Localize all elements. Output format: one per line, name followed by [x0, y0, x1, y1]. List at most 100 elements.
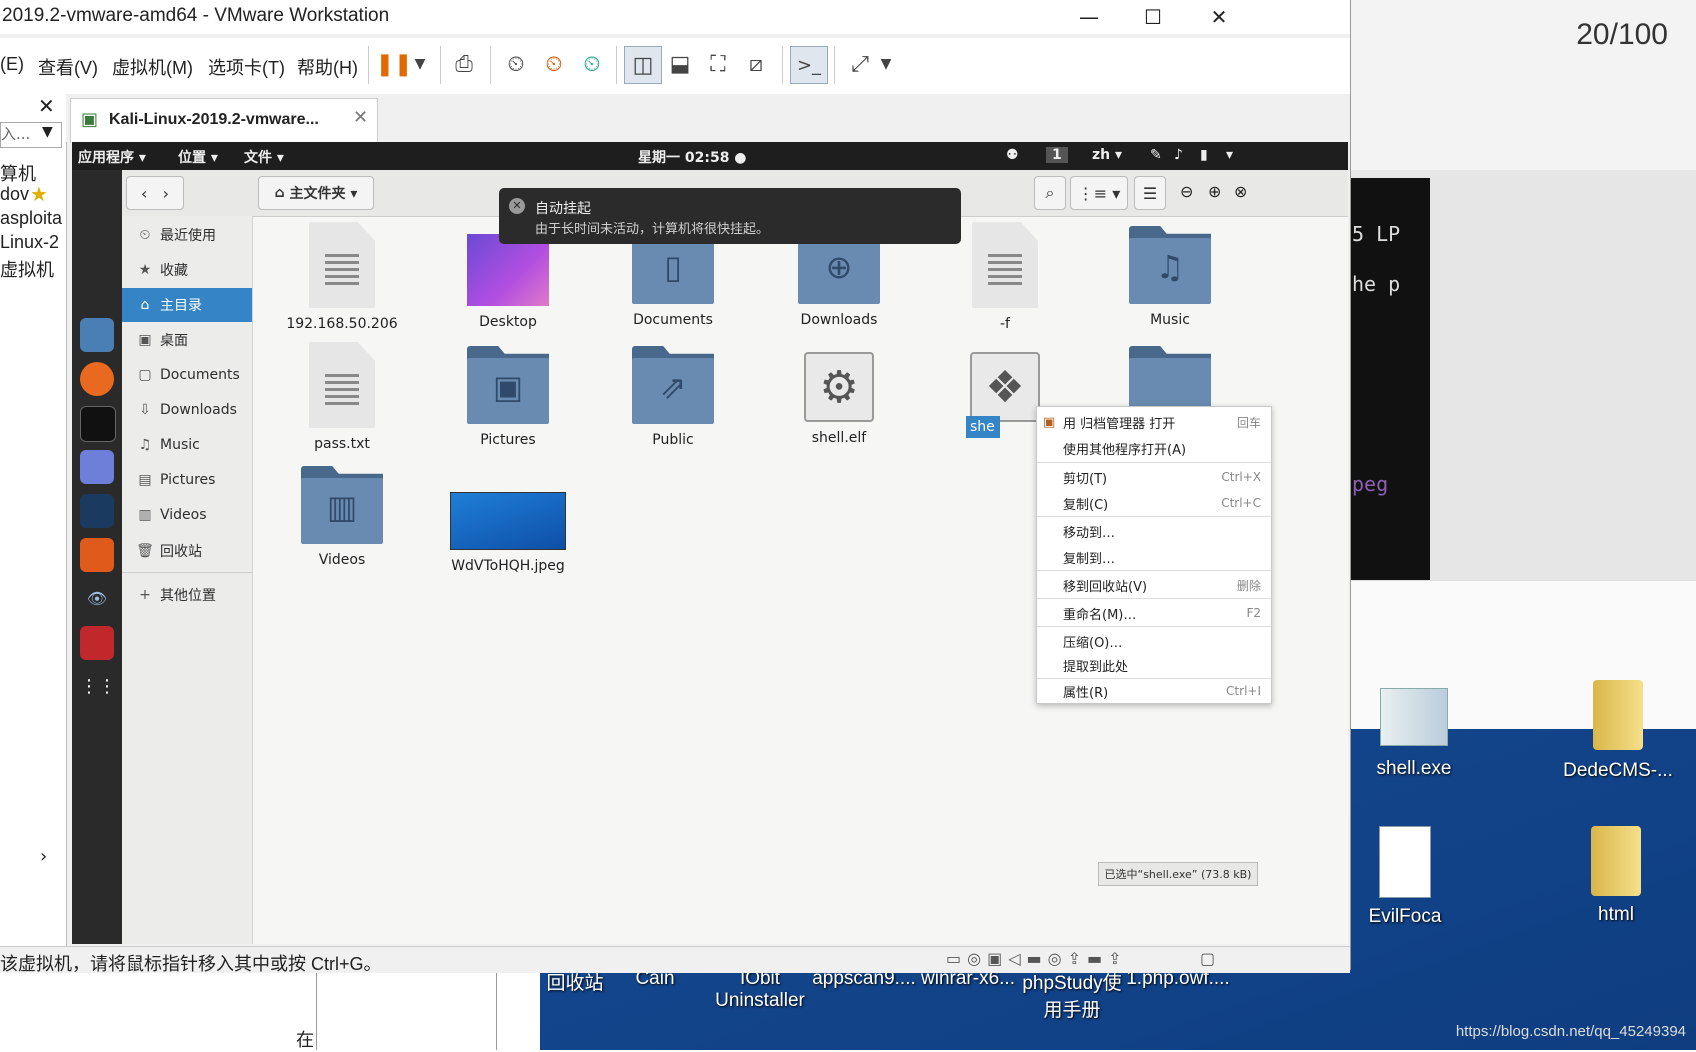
sidebar-item-desktop[interactable]: ▣ 桌面 [122, 323, 252, 357]
file-item[interactable]: WdVToHQH.jpeg [438, 492, 578, 574]
app-grid-icon[interactable]: ⋮⋮ [80, 670, 116, 704]
send-keys-icon[interactable]: ⎙ [446, 46, 482, 82]
desktop-icon-iobit[interactable]: IObit Uninstaller [712, 968, 808, 1012]
window-maximize-icon[interactable]: ⊕ [1208, 182, 1221, 201]
guest-screen[interactable]: 应用程序 ▾ 位置 ▾ 文件 ▾ 星期一 02:58 ● ⚉ 1 zh ▾ ✎ … [72, 142, 1348, 944]
volume-icon[interactable]: ♪ [1174, 147, 1183, 163]
sidebar-item-starred[interactable]: ★ 收藏 [122, 253, 252, 287]
chevron-down-icon[interactable]: ▼ [868, 46, 904, 82]
cherry-icon[interactable] [80, 626, 114, 660]
firefox-icon[interactable] [80, 362, 114, 396]
sidebar-item-documents[interactable]: ▢ Documents [122, 358, 252, 392]
library-item[interactable]: 虚拟机 [0, 256, 54, 282]
context-menu-item[interactable]: 重命名(M)… F2 [1037, 600, 1271, 626]
context-menu-item[interactable]: 使用其他程序打开(A) [1037, 435, 1271, 461]
thumbnail-bar-icon[interactable]: ⬓ [662, 46, 698, 82]
menu-icon[interactable]: ☰ [1134, 176, 1166, 210]
users-icon[interactable]: ⚉ [1006, 147, 1019, 163]
console-view-icon[interactable]: >_ [790, 46, 828, 84]
view-options-icon[interactable]: ⋮≡ ▾ [1070, 176, 1128, 210]
places-menu[interactable]: 位置 ▾ [178, 147, 218, 167]
close-button[interactable]: ✕ [1184, 0, 1254, 34]
search-icon[interactable]: ⌕ [1034, 176, 1066, 210]
tab-kali-linux[interactable]: ▣ Kali-Linux-2019.2-vmware... ✕ [70, 98, 378, 143]
applications-menu[interactable]: 应用程序 ▾ [78, 147, 146, 167]
sidebar-item-pictures[interactable]: ▤ Pictures [122, 463, 252, 497]
desktop-icon-phpstudy[interactable]: phpStudy使用手册 [1022, 968, 1122, 1022]
context-menu-item[interactable]: 剪切(T) Ctrl+X [1037, 464, 1271, 490]
context-menu-item[interactable]: 提取到此处 [1037, 652, 1271, 678]
context-menu-item[interactable]: 移动到… [1037, 518, 1271, 544]
desktop-icon-html[interactable]: html [1556, 826, 1676, 926]
sidebar-item-home[interactable]: ⌂ 主目录 [122, 288, 252, 322]
file-item[interactable]: ▥ Videos [272, 466, 412, 568]
nav-back-forward[interactable]: ‹ › [126, 176, 184, 210]
file-item[interactable]: ⇗ Public [603, 346, 743, 448]
library-item[interactable]: dov [0, 184, 29, 205]
text-editor-icon[interactable] [80, 450, 114, 484]
file-item[interactable]: ♫ Music [1100, 226, 1240, 328]
close-library-icon[interactable]: ✕ [38, 94, 55, 118]
sidebar-item-downloads[interactable]: ⇩ Downloads [122, 393, 252, 427]
window-minimize-icon[interactable]: ⊖ [1180, 182, 1193, 201]
burpsuite-icon[interactable] [80, 538, 114, 572]
file-item[interactable]: 192.168.50.206 [272, 222, 412, 332]
metasploit-icon[interactable] [80, 494, 114, 528]
context-menu-item[interactable]: 复制到… [1037, 544, 1271, 570]
minimize-button[interactable]: — [1054, 0, 1124, 34]
sidebar-item-trash[interactable]: 🗑 回收站 [122, 534, 252, 568]
battery-icon[interactable]: ▮ [1200, 147, 1208, 163]
maximize-button[interactable]: ☐ [1118, 0, 1188, 34]
workspace-indicator[interactable]: 1 [1046, 147, 1068, 163]
desktop-icon-dedecms[interactable]: DedeCMS-... [1540, 680, 1696, 782]
chevron-right-icon[interactable]: › [40, 846, 47, 867]
terminal-icon[interactable] [80, 406, 116, 442]
snapshot-manager-icon[interactable]: ⏲ [574, 46, 610, 82]
chevron-down-icon[interactable]: ▼ [42, 124, 53, 140]
sidebar-item-recent[interactable]: ⏲ 最近使用 [122, 218, 252, 252]
menu-help[interactable]: 帮助(H) [297, 54, 358, 80]
eye-icon[interactable]: 👁 [80, 582, 114, 616]
path-home-button[interactable]: ⌂ 主文件夹 ▾ [258, 176, 374, 210]
revert-snapshot-icon[interactable]: ⏲ [536, 46, 572, 82]
chevron-down-icon[interactable]: ▼ [402, 46, 438, 82]
context-menu-item[interactable]: 复制(C) Ctrl+C [1037, 490, 1271, 516]
selected-file-label[interactable]: she [966, 416, 1000, 438]
context-menu-item[interactable]: 移到回收站(V) 删除 [1037, 572, 1271, 598]
language-selector[interactable]: zh ▾ [1092, 147, 1122, 163]
device-icons[interactable]: ▭◎▣◁▬◎⇪▬⇪ [946, 949, 1128, 968]
message-log-icon[interactable]: ▢ [1200, 949, 1215, 968]
menu-vm[interactable]: 虚拟机(M) [112, 54, 193, 80]
file-item[interactable]: ⚙ shell.elf [769, 352, 909, 446]
files-app-icon[interactable] [80, 318, 114, 352]
context-menu-item[interactable]: 压缩(O)… [1037, 628, 1271, 654]
library-item[interactable]: asploita [0, 208, 62, 229]
context-menu-item[interactable]: 属性(R) Ctrl+I [1037, 679, 1271, 703]
desktop-icon-evilfoca[interactable]: EvilFoca [1340, 826, 1470, 928]
menu-tabs[interactable]: 选项卡(T) [208, 54, 285, 80]
sidebar-item-music[interactable]: ♫ Music [122, 428, 252, 462]
context-menu-item[interactable]: ▣ 用 归档管理器 打开 回车 [1037, 409, 1271, 435]
sidebar-item-videos[interactable]: ▥ Videos [122, 498, 252, 532]
menu-edit[interactable]: (E) [0, 54, 24, 75]
desktop-icon-shell-exe[interactable]: shell.exe [1354, 688, 1474, 780]
tools-icon[interactable]: ✎ [1150, 147, 1162, 163]
fullscreen-icon[interactable]: ⛶ [700, 46, 736, 82]
library-item[interactable]: Linux-2 [0, 232, 59, 253]
window-close-icon[interactable]: ⊗ [1234, 182, 1247, 201]
menu-view[interactable]: 查看(V) [38, 54, 98, 80]
unity-icon[interactable]: ⧄ [738, 46, 774, 82]
suspend-notification[interactable]: ✕ 自动挂起 由于长时间未活动，计算机将很快挂起。 [499, 188, 961, 244]
close-icon[interactable]: ✕ [509, 198, 525, 214]
places-sidebar: ⏲ 最近使用 ★ 收藏 ⌂ 主目录 ▣ 桌面 ▢ Documents ⇩ Downloads… [122, 216, 253, 944]
close-tab-icon[interactable]: ✕ [353, 107, 368, 128]
file-item[interactable]: ▣ Pictures [438, 346, 578, 448]
chevron-down-icon[interactable]: ▾ [1226, 147, 1233, 163]
snapshot-icon[interactable]: ⏲ [498, 46, 534, 82]
files-menu[interactable]: 文件 ▾ [244, 147, 284, 167]
sidebar-toggle-icon[interactable]: ◫ [624, 46, 662, 84]
sidebar-item-other-locations[interactable]: + 其他位置 [122, 578, 252, 612]
file-item[interactable]: Desktop [438, 234, 578, 330]
clock[interactable]: 星期一 02:58 ● [638, 147, 747, 167]
file-item[interactable]: pass.txt [272, 342, 412, 452]
